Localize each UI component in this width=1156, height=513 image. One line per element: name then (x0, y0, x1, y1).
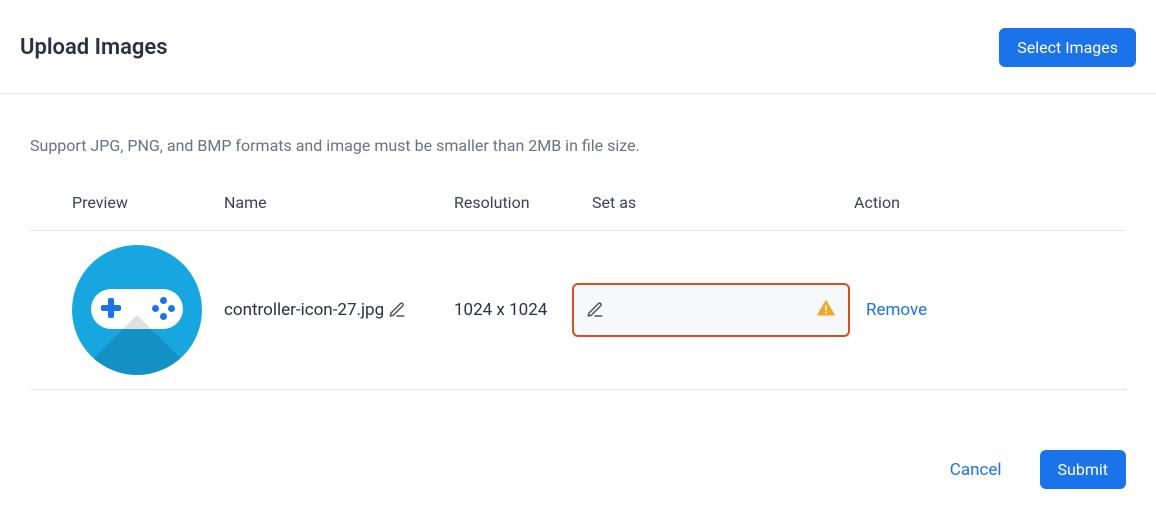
preview-image[interactable] (72, 245, 202, 375)
edit-name-icon[interactable] (388, 301, 406, 319)
col-header-set-as: Set as (592, 193, 854, 212)
set-as-input[interactable] (572, 283, 850, 337)
cancel-button[interactable]: Cancel (950, 460, 1002, 480)
table-header-row: Preview Name Resolution Set as Action (30, 175, 1126, 231)
warning-icon (816, 298, 836, 322)
file-name: controller-icon-27.jpg (224, 300, 384, 320)
col-header-preview: Preview (72, 193, 224, 212)
select-images-button[interactable]: Select Images (999, 28, 1136, 67)
table-row: controller-icon-27.jpg 1024 x 1024 (30, 231, 1126, 390)
col-header-resolution: Resolution (454, 193, 592, 212)
submit-button[interactable]: Submit (1040, 450, 1126, 489)
col-header-name: Name (224, 193, 454, 212)
col-header-action: Action (854, 193, 1126, 212)
help-text: Support JPG, PNG, and BMP formats and im… (0, 94, 1156, 175)
page-title: Upload Images (20, 35, 168, 60)
upload-table: Preview Name Resolution Set as Action (0, 175, 1156, 390)
remove-button[interactable]: Remove (866, 300, 927, 320)
edit-setas-icon[interactable] (586, 301, 604, 319)
